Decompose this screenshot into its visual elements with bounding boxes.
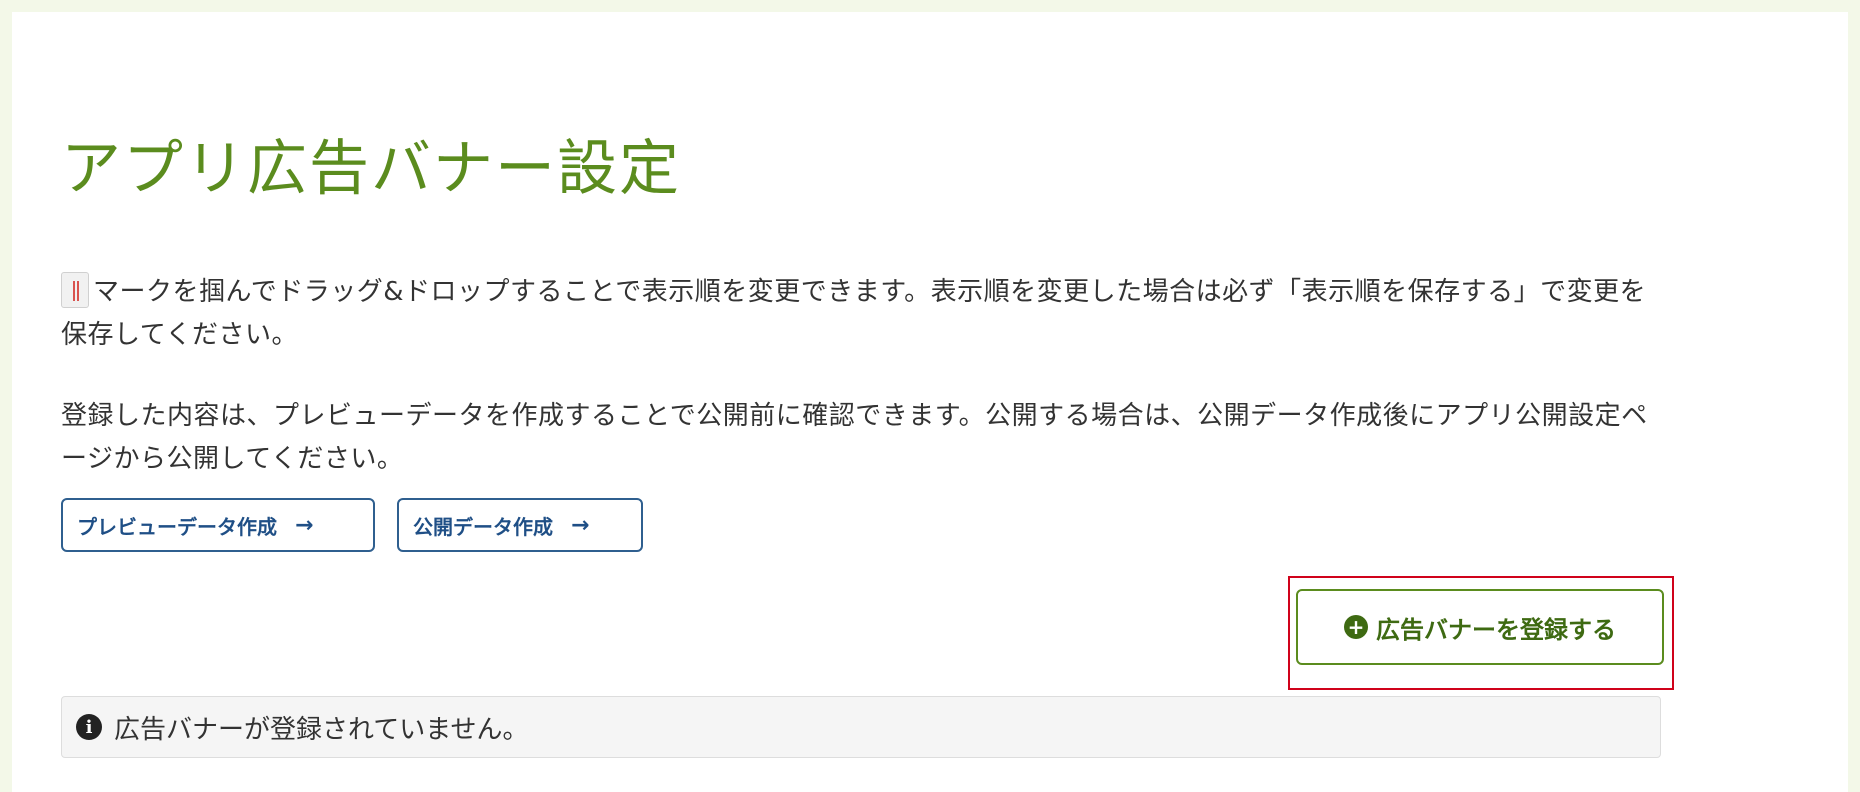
create-publish-data-label: 公開データ作成 <box>413 514 553 539</box>
reorder-instructions-text: マークを掴んでドラッグ&ドロップすることで表示順を変更できます。表示順を変更した… <box>61 277 1647 350</box>
create-preview-data-button[interactable]: プレビューデータ作成 → <box>61 498 375 552</box>
arrow-right-icon: → <box>295 512 314 538</box>
register-banner-button[interactable]: + 広告バナーを登録する <box>1296 589 1664 665</box>
page-container: アプリ広告バナー設定 マークを掴んでドラッグ&ドロップすることで表示順を変更でき… <box>12 12 1848 792</box>
plus-circle-icon: + <box>1344 615 1368 639</box>
empty-state-alert: i 広告バナーが登録されていません。 <box>61 696 1661 758</box>
create-preview-data-label: プレビューデータ作成 <box>77 514 277 539</box>
reorder-instructions: マークを掴んでドラッグ&ドロップすることで表示順を変更できます。表示順を変更した… <box>61 271 1661 357</box>
register-banner-label: 広告バナーを登録する <box>1376 615 1616 644</box>
publish-instructions: 登録した内容は、プレビューデータを作成することで公開前に確認できます。公開する場… <box>61 401 1648 474</box>
arrow-right-icon: → <box>571 512 590 538</box>
create-publish-data-button[interactable]: 公開データ作成 → <box>397 498 643 552</box>
page-title: アプリ広告バナー設定 <box>61 134 681 204</box>
info-icon: i <box>76 714 102 740</box>
drag-handle-icon <box>61 272 89 308</box>
empty-state-message: 広告バナーが登録されていません。 <box>114 714 529 745</box>
